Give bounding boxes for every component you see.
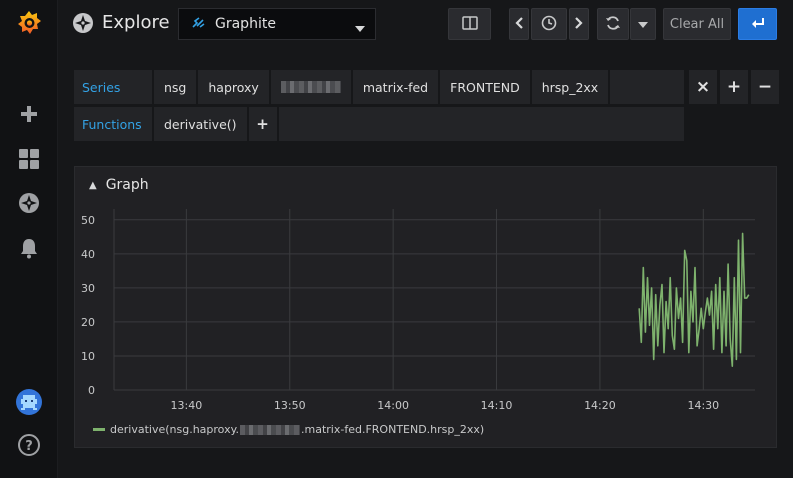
x-tick-label: 13:40 [171,399,203,412]
sidebar: ? [0,0,58,478]
split-button[interactable] [448,8,491,40]
clear-all-button[interactable]: Clear All [663,8,731,40]
time-back-button[interactable] [509,8,529,40]
functions-row: Functions derivative() + [74,107,684,141]
y-tick-label: 20 [81,316,95,329]
datasource-picker[interactable]: Graphite [178,8,376,40]
plus-icon: + [256,115,269,133]
enter-icon [751,17,765,32]
close-icon: × [695,77,711,97]
x-tick-label: 14:00 [377,399,409,412]
series-segment[interactable]: matrix-fed [352,70,439,104]
remove-query-button[interactable]: × [689,70,717,104]
time-picker-button[interactable] [531,8,567,40]
x-tick-label: 14:30 [687,399,719,412]
series-segment[interactable]: hrsp_2xx [531,70,609,104]
legend-label-suffix: .matrix-fed.FRONTEND.hrsp_2xx) [301,423,485,436]
datasource-name: Graphite [215,16,276,32]
chevron-down-icon [355,21,365,35]
series-segment[interactable]: FRONTEND [440,70,530,104]
page-title: Explore [102,12,170,33]
dashboards-grid-icon[interactable] [14,144,44,174]
help-icon[interactable]: ? [14,430,44,460]
clock-icon [541,15,557,34]
x-axis-ticks: 13:40 13:50 14:00 14:10 14:20 14:30 [171,399,720,412]
graph-chart[interactable]: 0 10 20 30 40 50 13:40 13:50 14:00 14:10 14:20 14:… [75,167,776,417]
refresh-icon [605,15,621,34]
series-line [638,232,750,367]
functions-label: Functions [74,107,152,141]
x-tick-label: 13:50 [274,399,306,412]
series-segment[interactable]: nsg [154,70,197,104]
chevron-right-icon [575,16,583,32]
refresh-interval-dropdown[interactable] [630,8,656,40]
functions-row-filler [278,107,684,141]
series-segment-redacted[interactable] [270,70,351,104]
chart-series [638,232,750,367]
x-tick-label: 14:10 [481,399,513,412]
legend-swatch [93,428,105,431]
series-segment[interactable]: haproxy [198,70,269,104]
redacted-text [280,81,341,93]
add-query-button[interactable]: + [720,70,748,104]
y-tick-label: 0 [88,384,95,397]
explore-main: Explore Graphite Clear All Series nsg ha… [58,0,793,478]
legend-item[interactable]: derivative(nsg.haproxy. .matrix-fed.FRON… [93,423,484,436]
user-avatar-icon[interactable] [14,387,44,417]
grafana-logo-icon[interactable] [14,8,44,38]
bell-icon[interactable] [14,233,44,263]
split-columns-icon [461,15,478,33]
add-function-button[interactable]: + [248,107,277,141]
redacted-text [240,424,301,435]
y-tick-label: 30 [81,282,95,295]
y-tick-label: 10 [81,350,95,363]
y-axis-ticks: 0 10 20 30 40 50 [81,214,95,397]
series-label: Series [74,70,152,104]
series-row: Series nsg haproxy matrix-fed FRONTEND h… [74,70,684,104]
compass-icon [72,12,94,37]
chevron-down-icon [638,17,648,31]
plus-icon[interactable] [14,99,44,129]
chart-grid [113,209,755,391]
graphite-icon [191,16,205,32]
plus-icon: + [726,77,742,97]
svg-text:?: ? [25,439,33,454]
chevron-left-icon [515,16,523,32]
series-row-filler [610,70,684,104]
legend-label-prefix: derivative(nsg.haproxy. [110,423,240,436]
collapse-query-button[interactable]: − [751,70,779,104]
y-tick-label: 50 [81,214,95,227]
compass-icon[interactable] [14,188,44,218]
explore-toolbar: Explore Graphite Clear All [58,8,793,42]
time-forward-button[interactable] [569,8,589,40]
run-query-button[interactable] [738,8,777,40]
graph-panel: ▲ Graph 0 10 20 30 40 50 13:40 13:50 14:00 14:10… [74,166,777,448]
x-tick-label: 14:20 [584,399,616,412]
refresh-button[interactable] [597,8,629,40]
minus-icon: − [757,77,773,97]
y-tick-label: 40 [81,248,95,261]
function-chip[interactable]: derivative() [154,107,247,141]
